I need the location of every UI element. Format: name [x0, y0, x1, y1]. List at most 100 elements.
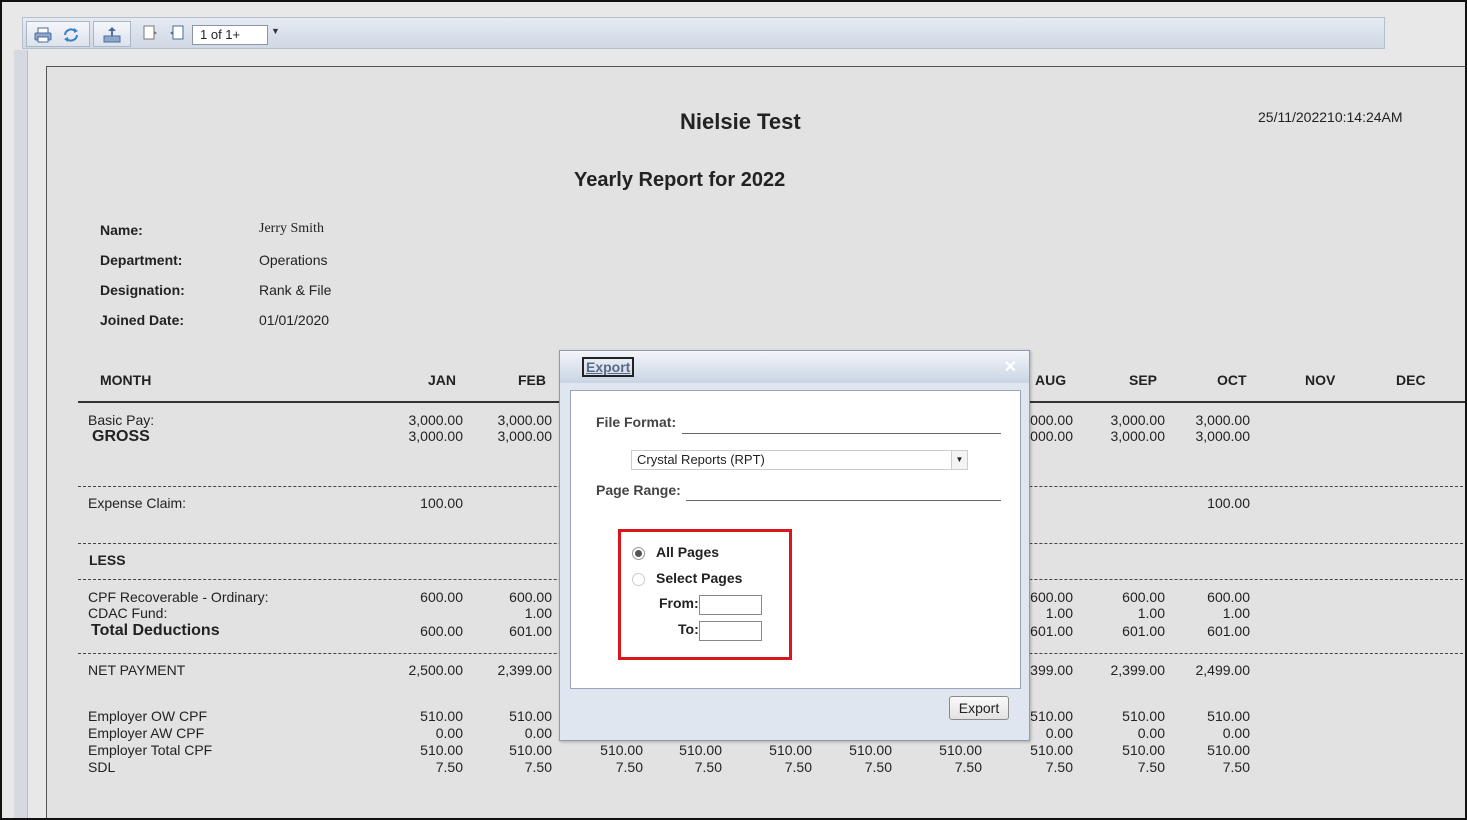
- employer-total-cpf-value: 510.00: [420, 742, 463, 758]
- month-header-oct: OCT: [1217, 372, 1247, 388]
- page-indicator[interactable]: 1 of 1+: [192, 25, 268, 45]
- to-label: To:: [678, 621, 699, 637]
- row-label-sdl: SDL: [88, 759, 116, 775]
- net-payment-jan: 2,500.00: [408, 662, 464, 678]
- employer-total-cpf-value: 510.00: [849, 742, 892, 758]
- gross-feb: 3,000.00: [497, 428, 553, 444]
- total-deductions-oct: 601.00: [1207, 623, 1250, 639]
- all-pages-radio[interactable]: [632, 547, 645, 560]
- company-name: Nielsie Test: [680, 109, 801, 134]
- expense-claim-jan: 100.00: [420, 495, 463, 511]
- cpf-recoverable-feb: 600.00: [509, 589, 552, 605]
- sdl-value: 7.50: [954, 759, 982, 775]
- page-range-underline: [686, 500, 1001, 501]
- export-dialog-body: File Format: Crystal Reports (RPT) ▼ Pag…: [570, 390, 1021, 689]
- close-icon[interactable]: ✕: [1004, 357, 1017, 377]
- sdl-value: 7.50: [864, 759, 892, 775]
- page-dropdown-arrow-icon[interactable]: ▼: [271, 26, 280, 36]
- report-timestamp: 25/11/202210:14:24AM: [1258, 109, 1403, 125]
- report-title: Yearly Report for 2022: [574, 169, 785, 192]
- toolbar-group-print: [26, 21, 90, 47]
- employer-ow-cpf-jan: 510.00: [420, 708, 463, 724]
- export-dialog-titlebar[interactable]: Export ✕: [560, 351, 1029, 383]
- gross-sep: 3,000.00: [1110, 428, 1166, 444]
- toolbar-group-export: [93, 21, 131, 47]
- row-label-employer-aw-cpf: Employer AW CPF: [88, 725, 205, 741]
- basic-pay-oct: 3,000.00: [1195, 412, 1251, 428]
- print-icon[interactable]: [33, 26, 53, 44]
- row-label-employer-total-cpf: Employer Total CPF: [88, 742, 213, 758]
- expense-claim-oct: 100.00: [1207, 495, 1250, 511]
- info-label-name: Name:: [100, 222, 143, 238]
- sdl-value: 7.50: [1045, 759, 1073, 775]
- sdl-value: 7.50: [615, 759, 643, 775]
- info-label-department: Department:: [100, 252, 183, 268]
- employer-aw-cpf-sep: 0.00: [1137, 725, 1165, 741]
- net-payment-oct: 2,499.00: [1195, 662, 1251, 678]
- refresh-icon[interactable]: [61, 26, 81, 44]
- row-label-expense-claim: Expense Claim:: [88, 495, 187, 511]
- employer-aw-cpf-oct: 0.00: [1222, 725, 1250, 741]
- employer-ow-cpf-feb: 510.00: [509, 708, 552, 724]
- sdl-value: 7.50: [1137, 759, 1165, 775]
- employer-ow-cpf-oct: 510.00: [1207, 708, 1250, 724]
- select-pages-radio[interactable]: [632, 573, 645, 586]
- sdl-value: 7.50: [784, 759, 812, 775]
- report-year: 2022: [740, 169, 786, 191]
- cpf-recoverable-oct: 600.00: [1207, 589, 1250, 605]
- info-value-joined: 01/01/2020: [259, 312, 330, 328]
- employer-total-cpf-value: 510.00: [679, 742, 722, 758]
- page-icon[interactable]: [140, 24, 160, 42]
- row-label-less: LESS: [89, 552, 126, 568]
- month-header-nov: NOV: [1305, 372, 1336, 388]
- basic-pay-sep: 3,000.00: [1110, 412, 1166, 428]
- export-icon[interactable]: [102, 26, 122, 44]
- info-value-designation: Rank & File: [259, 282, 332, 298]
- month-header-dec: DEC: [1396, 372, 1426, 388]
- total-deductions-feb: 601.00: [509, 623, 552, 639]
- export-button[interactable]: Export: [949, 696, 1009, 720]
- export-dialog-title: Export: [581, 357, 635, 377]
- file-format-label: File Format:: [596, 414, 677, 430]
- cdac-fund-feb: 1.00: [524, 605, 552, 621]
- employer-total-cpf-value: 510.00: [1030, 742, 1073, 758]
- viewer-toolbar: 1 of 1+ ▼: [22, 17, 1385, 49]
- employer-total-cpf-value: 510.00: [1207, 742, 1250, 758]
- row-label-cdac-fund: CDAC Fund:: [88, 605, 168, 621]
- row-label-cpf-recoverable: CPF Recoverable - Ordinary:: [88, 589, 269, 605]
- page-search-icon[interactable]: [167, 24, 187, 42]
- info-label-joined: Joined Date:: [100, 312, 185, 328]
- export-dialog: Export ✕ File Format: Crystal Reports (R…: [559, 350, 1030, 741]
- chevron-down-icon[interactable]: ▼: [951, 451, 967, 469]
- employer-total-cpf-value: 510.00: [939, 742, 982, 758]
- all-pages-label[interactable]: All Pages: [656, 544, 719, 560]
- employer-aw-cpf-feb: 0.00: [524, 725, 552, 741]
- to-input[interactable]: [699, 621, 762, 641]
- basic-pay-feb: 3,000.00: [497, 412, 553, 428]
- report-title-text: Yearly Report for: [574, 169, 736, 191]
- employer-ow-cpf-sep: 510.00: [1122, 708, 1165, 724]
- employer-total-cpf-value: 510.00: [509, 742, 552, 758]
- row-label-gross: GROSS: [92, 428, 150, 445]
- info-value-name: Jerry Smith: [259, 221, 324, 236]
- page-range-label: Page Range:: [596, 482, 681, 498]
- employer-total-cpf-value: 510.00: [600, 742, 643, 758]
- employer-total-cpf-value: 510.00: [769, 742, 812, 758]
- file-format-value: Crystal Reports (RPT): [637, 452, 765, 467]
- cpf-recoverable-sep: 600.00: [1122, 589, 1165, 605]
- select-pages-label[interactable]: Select Pages: [656, 570, 742, 586]
- employer-aw-cpf-jan: 0.00: [435, 725, 463, 741]
- viewer-window: 1 of 1+ ▼ Nielsie Test 25/11/202210:14:2…: [0, 0, 1467, 820]
- gross-oct: 3,000.00: [1195, 428, 1251, 444]
- from-input[interactable]: [699, 595, 762, 615]
- gross-jan: 3,000.00: [408, 428, 464, 444]
- sdl-value: 7.50: [435, 759, 463, 775]
- net-payment-sep: 2,399.00: [1110, 662, 1166, 678]
- total-deductions-sep: 601.00: [1122, 623, 1165, 639]
- row-label-total-deductions: Total Deductions: [91, 622, 220, 639]
- month-header-sep: SEP: [1129, 372, 1158, 388]
- file-format-select[interactable]: Crystal Reports (RPT) ▼: [631, 450, 968, 470]
- sdl-value: 7.50: [694, 759, 722, 775]
- sdl-value: 7.50: [524, 759, 552, 775]
- employer-total-cpf-value: 510.00: [1122, 742, 1165, 758]
